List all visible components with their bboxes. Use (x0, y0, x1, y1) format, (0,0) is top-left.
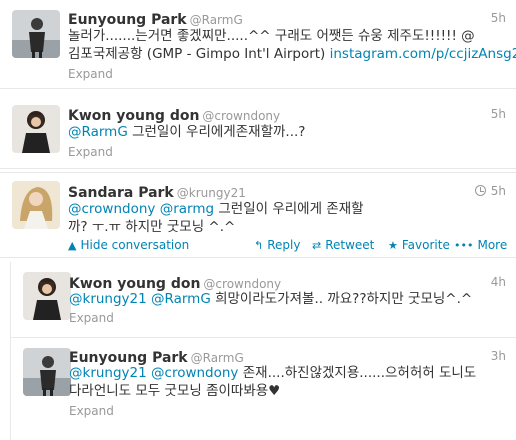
tweet-text: @krungy21 @crowndony 존재....하진않겠지용......으… (69, 364, 476, 400)
tweet-timestamp[interactable]: 5h (491, 11, 506, 25)
more-label: More (477, 238, 508, 252)
avatar[interactable] (23, 348, 71, 396)
tweet-text-line: 까? ㅜ.ㅠ 하지만 굿모닝 ^.^ (68, 219, 236, 235)
tweet-text-line: 다라언니도 모두 굿모닝 좀이따봐용♥ (69, 383, 281, 399)
retweet-icon: ⇄ (312, 239, 322, 252)
timestamp-text[interactable]: 5h (491, 11, 506, 25)
tweet-text-line: @crowndony @rarmg 그런일이 우리에게 존재할 (68, 200, 364, 218)
mention-link[interactable]: @RarmG (68, 124, 128, 140)
expand-link[interactable]: Expand (69, 311, 114, 325)
mention-link[interactable]: @crowndony (151, 365, 238, 381)
expand-link[interactable]: Expand (68, 67, 113, 81)
reply-icon: ↰ (254, 239, 264, 252)
tweet-item-expanded[interactable]: Sandara Park @krungy21 5h @crowndony @rar… (0, 172, 516, 258)
star-icon: ★ (388, 239, 398, 252)
user-handle[interactable]: @RarmG (191, 351, 244, 365)
tweet-actions: ▲ Hide conversation ↰ Reply ⇄ Retweet ★ Favo… (68, 238, 508, 254)
user-handle[interactable]: @crowndony (202, 109, 280, 123)
user-handle[interactable]: @crowndony (203, 277, 281, 291)
tweet-text-fragment: 그런일이 우리에게존재할까...? (127, 124, 306, 140)
avatar[interactable] (12, 10, 60, 58)
tweet-header: Eunyoung Park @RarmG (68, 9, 243, 28)
tweet-text-fragment: 희망이라도가져볼.. 까요??하지만 굿모닝^.^ (210, 291, 473, 307)
hide-icon: ▲ (68, 239, 77, 252)
favorite-button[interactable]: ★ Favorite (388, 238, 450, 252)
tweet-text: 놀러가.......는거면 좋겠찌만.....^^ 구래도 어쨋든 슈웅 제주도… (68, 27, 516, 63)
reply-button[interactable]: ↰ Reply (254, 238, 300, 252)
expand-link[interactable]: Expand (68, 145, 113, 159)
reply-tweet-item[interactable]: Eunyoung Park @RarmG 3h @krungy21 @crownd… (10, 338, 516, 440)
tweet-text-fragment: 김포국제공항 (GMP - Gimpo Int'l Airport) (68, 46, 330, 62)
tweet-timestamp[interactable]: 4h (491, 275, 506, 289)
user-fullname[interactable]: Sandara Park (68, 185, 174, 201)
timestamp-text[interactable]: 3h (491, 349, 506, 363)
timestamp-text[interactable]: 5h (491, 107, 506, 121)
mention-link[interactable]: @RarmG (151, 291, 211, 307)
retweet-label: Retweet (325, 238, 375, 252)
tweet-timestamp[interactable]: 5h (474, 184, 506, 198)
tweet-text-fragment: 그런일이 우리에게 존재할 (214, 201, 364, 217)
divider (0, 168, 516, 169)
tweet-timestamp[interactable]: 5h (491, 107, 506, 121)
tweet-item[interactable]: Eunyoung Park @RarmG 5h 놀러가.......는거면 좋겠찌… (0, 0, 516, 88)
user-handle[interactable]: @krungy21 (177, 186, 246, 200)
tweet-text-line: 김포국제공항 (GMP - Gimpo Int'l Airport) insta… (68, 45, 516, 63)
mention-link[interactable]: @krungy21 (69, 291, 147, 307)
tweet-header: Kwon young don @crowndony (68, 105, 280, 124)
user-fullname[interactable]: Kwon young don (68, 108, 199, 124)
clock-icon (474, 185, 486, 196)
tweet-text: @RarmG 그런일이 우리에게존재할까...? (68, 123, 305, 141)
hide-conversation-label: Hide conversation (80, 238, 190, 252)
tweet-header: Sandara Park @krungy21 (68, 182, 246, 201)
avatar[interactable] (23, 272, 71, 320)
tweet-text: @krungy21 @RarmG 희망이라도가져볼.. 까요??하지만 굿모닝^… (69, 290, 472, 308)
tweet-text-line: @krungy21 @crowndony 존재....하진않겠지용......으… (69, 364, 476, 382)
tweet-text: @crowndony @rarmg 그런일이 우리에게 존재할 까? ㅜ.ㅠ 하… (68, 200, 364, 236)
tweet-link[interactable]: instagram.com/p/ccjizAnsg2/ (330, 46, 516, 62)
more-button[interactable]: ••• More (454, 238, 507, 252)
timestamp-text[interactable]: 5h (491, 184, 506, 198)
mention-link[interactable]: @krungy21 (69, 365, 147, 381)
tweet-text-line: 놀러가.......는거면 좋겠찌만.....^^ 구래도 어쨋든 슈웅 제주도… (68, 28, 475, 44)
reply-tweet-item[interactable]: Kwon young don @crowndony 4h @krungy21 @R… (10, 262, 516, 337)
reply-label: Reply (267, 238, 301, 252)
timestamp-text[interactable]: 4h (491, 275, 506, 289)
mention-link[interactable]: @rarmg (160, 201, 214, 217)
expand-link[interactable]: Expand (69, 404, 114, 418)
favorite-label: Favorite (401, 238, 450, 252)
more-icon: ••• (454, 239, 474, 252)
user-fullname[interactable]: Eunyoung Park (68, 12, 187, 28)
tweet-item[interactable]: Kwon young don @crowndony 5h @RarmG 그런일이 … (0, 89, 516, 168)
hide-conversation-link[interactable]: ▲ Hide conversation (68, 238, 189, 252)
user-handle[interactable]: @RarmG (190, 13, 243, 27)
retweet-button[interactable]: ⇄ Retweet (312, 238, 374, 252)
avatar[interactable] (12, 105, 60, 153)
avatar[interactable] (12, 181, 60, 229)
tweet-timestamp[interactable]: 3h (491, 349, 506, 363)
tweet-text-fragment: 존재....하진않겠지용......으허허허 도니도 (238, 365, 477, 381)
mention-link[interactable]: @crowndony (68, 201, 155, 217)
